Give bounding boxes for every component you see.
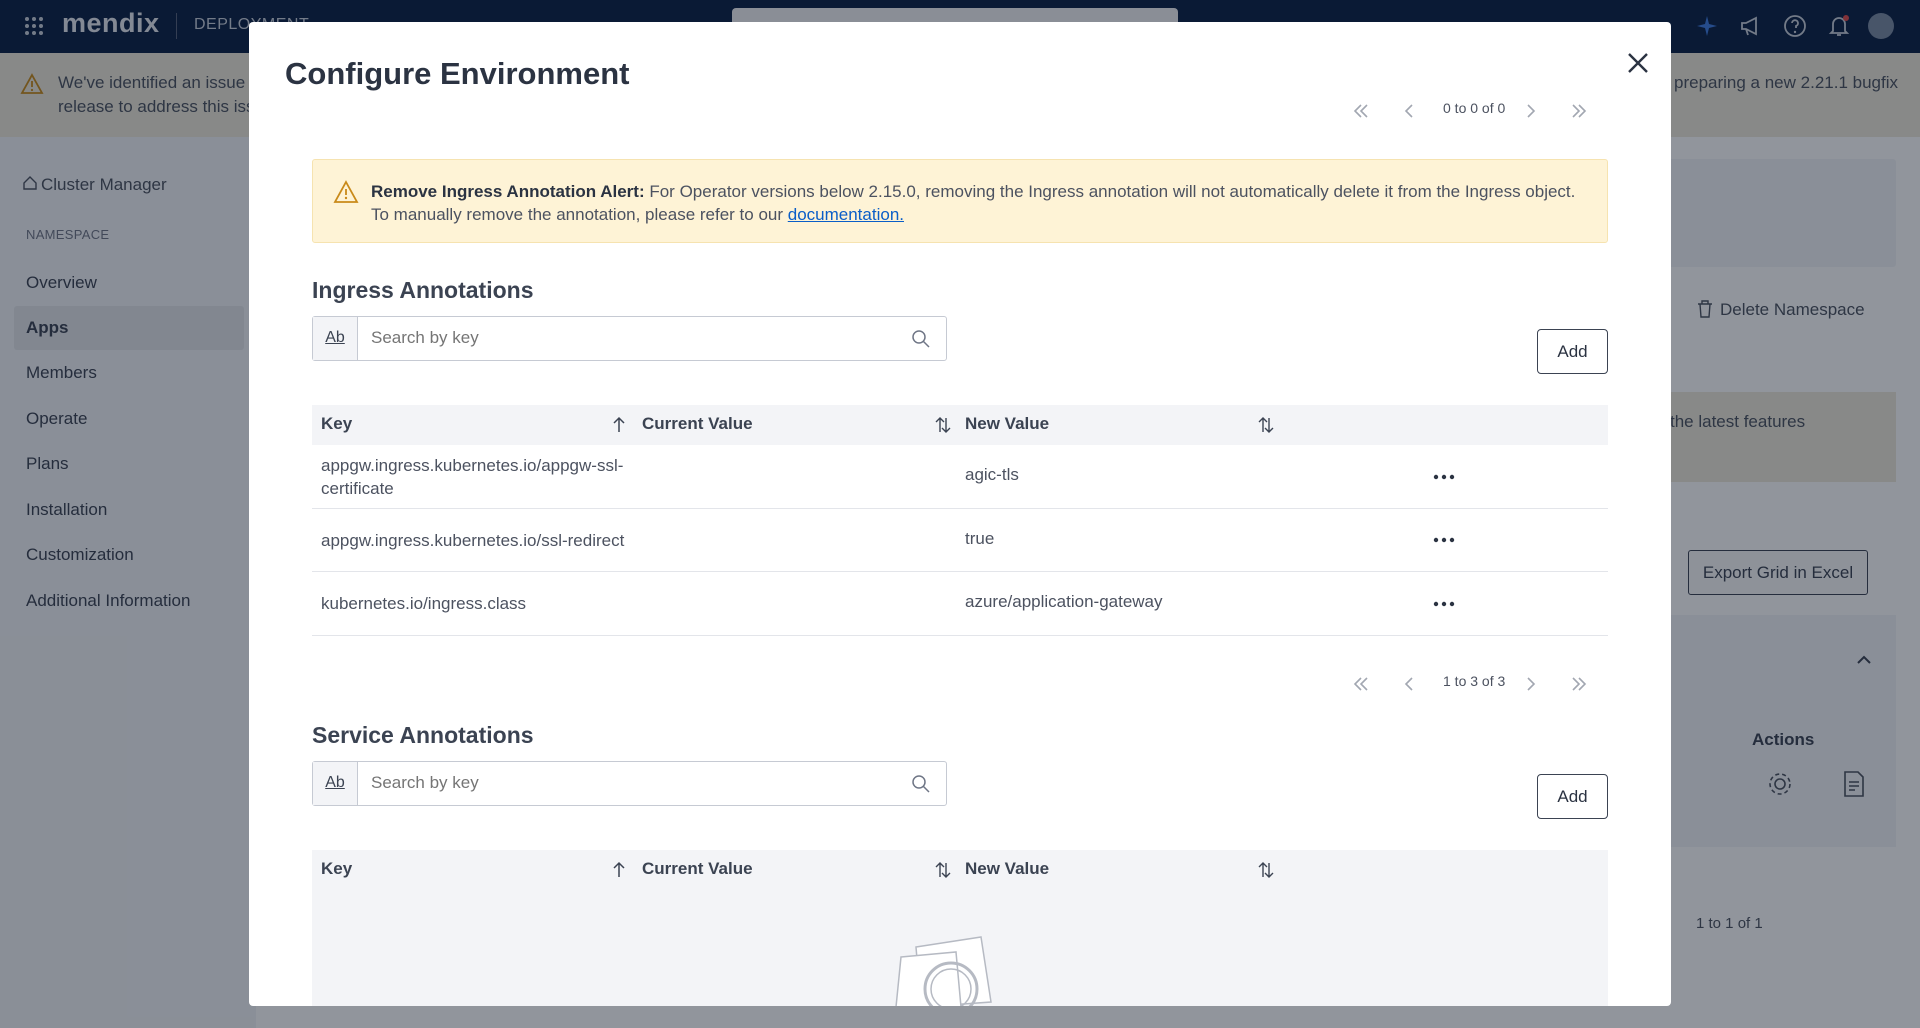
- search-mode-toggle[interactable]: Ab: [313, 317, 358, 360]
- pagination-label: 0 to 0 of 0: [1443, 100, 1506, 116]
- top-pagination: 0 to 0 of 0: [1349, 96, 1589, 126]
- service-search-input[interactable]: [371, 773, 891, 793]
- configure-environment-modal: Configure Environment 0 to 0 of 0 Remove…: [249, 22, 1671, 1006]
- service-search: Ab: [312, 761, 947, 806]
- column-key[interactable]: Key: [321, 414, 352, 434]
- search-icon: [912, 775, 930, 793]
- column-new-value[interactable]: New Value: [965, 414, 1049, 434]
- ingress-table-header: Key Current Value New Value: [312, 405, 1608, 445]
- empty-state-illustration: [895, 936, 992, 1006]
- sort-ascending-icon[interactable]: [610, 860, 628, 880]
- first-page-icon[interactable]: [1349, 669, 1373, 699]
- sort-icon[interactable]: [934, 860, 952, 880]
- row-key: appgw.ingress.kubernetes.io/ssl-redirect: [321, 531, 625, 550]
- more-options-icon[interactable]: [1432, 535, 1456, 545]
- row-new-value: azure/application-gateway: [965, 592, 1163, 611]
- last-page-icon[interactable]: [1567, 669, 1591, 699]
- last-page-icon[interactable]: [1567, 96, 1591, 126]
- ingress-pagination: 1 to 3 of 3: [1349, 669, 1589, 699]
- next-page-icon[interactable]: [1519, 96, 1543, 126]
- ingress-search: Ab: [312, 316, 947, 361]
- row-key: appgw.ingress.kubernetes.io/appgw-ssl-ce…: [321, 456, 624, 498]
- alert-title: Remove Ingress Annotation Alert:: [371, 182, 645, 201]
- row-new-value: true: [965, 529, 995, 548]
- row-key: kubernetes.io/ingress.class: [321, 594, 527, 613]
- service-add-button[interactable]: Add: [1537, 774, 1608, 819]
- table-row[interactable]: appgw.ingress.kubernetes.io/appgw-ssl-ce…: [312, 445, 1608, 509]
- search-mode-toggle[interactable]: Ab: [313, 762, 358, 805]
- pagination-label: 1 to 3 of 3: [1443, 673, 1506, 689]
- alert-message: Remove Ingress Annotation Alert: For Ope…: [371, 180, 1591, 226]
- ingress-add-button[interactable]: Add: [1537, 329, 1608, 374]
- previous-page-icon[interactable]: [1397, 669, 1421, 699]
- ingress-search-input[interactable]: [371, 328, 891, 348]
- previous-page-icon[interactable]: [1397, 96, 1421, 126]
- documentation-link[interactable]: documentation.: [788, 205, 904, 224]
- sort-icon[interactable]: [1257, 415, 1275, 435]
- table-row[interactable]: kubernetes.io/ingress.class azure/applic…: [312, 572, 1608, 636]
- warning-icon: [333, 180, 359, 203]
- service-annotations-title: Service Annotations: [312, 722, 534, 748]
- more-options-icon[interactable]: [1432, 472, 1456, 482]
- service-table-header: Key Current Value New Value: [312, 850, 1608, 890]
- column-current-value[interactable]: Current Value: [642, 859, 753, 879]
- table-row[interactable]: appgw.ingress.kubernetes.io/ssl-redirect…: [312, 509, 1608, 572]
- close-icon[interactable]: [1621, 46, 1655, 80]
- search-icon: [912, 330, 930, 348]
- modal-title: Configure Environment: [285, 56, 630, 91]
- column-new-value[interactable]: New Value: [965, 859, 1049, 879]
- sort-ascending-icon[interactable]: [610, 415, 628, 435]
- next-page-icon[interactable]: [1519, 669, 1543, 699]
- ingress-alert: Remove Ingress Annotation Alert: For Ope…: [312, 159, 1608, 243]
- more-options-icon[interactable]: [1432, 599, 1456, 609]
- row-new-value: agic-tls: [965, 465, 1019, 484]
- first-page-icon[interactable]: [1349, 96, 1373, 126]
- column-key[interactable]: Key: [321, 859, 352, 879]
- ingress-annotations-title: Ingress Annotations: [312, 277, 534, 303]
- sort-icon[interactable]: [1257, 860, 1275, 880]
- sort-icon[interactable]: [934, 415, 952, 435]
- column-current-value[interactable]: Current Value: [642, 414, 753, 434]
